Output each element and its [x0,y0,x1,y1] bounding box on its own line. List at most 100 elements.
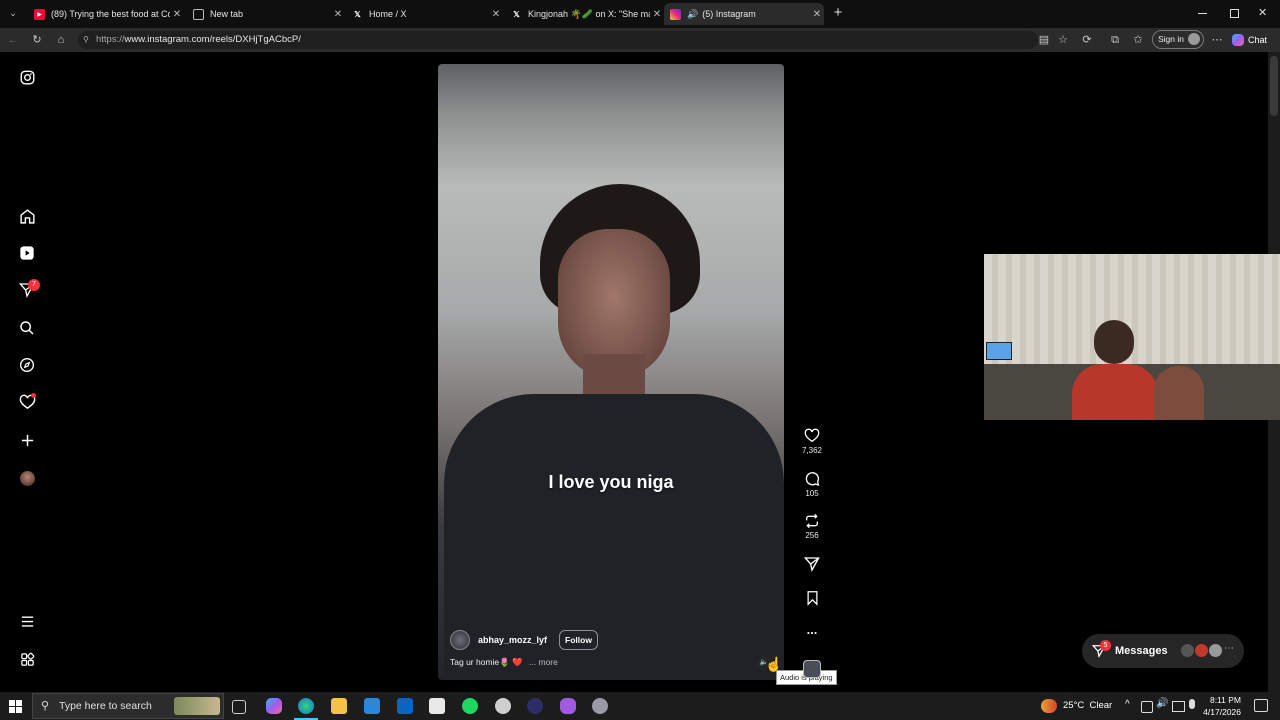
sign-in-button[interactable]: Sign in [1152,30,1204,49]
share-action[interactable] [800,556,824,574]
tab-title: New tab [210,9,244,19]
notepad-icon[interactable] [429,698,445,714]
reel-video[interactable]: I love you niga abhay_mozz_lyf Follow Ta… [438,64,784,680]
reel-author-row: abhay_mozz_lyf Follow [450,630,598,650]
tab-new-tab[interactable]: New tab ✕ [187,3,345,25]
volume-icon[interactable]: 🔊 [1156,698,1168,709]
speaker-icon[interactable]: 🔊 [687,9,698,20]
url-scheme: https:// [96,34,125,45]
caption-text: Tag ur homie🌷 ❤️ [450,657,523,667]
direct-messages-nav-icon[interactable]: 7 [17,279,40,300]
create-post-icon[interactable] [17,430,37,450]
copilot-chat-button[interactable]: Chat [1232,32,1267,48]
minimize-icon[interactable] [1198,13,1207,14]
more-menu-icon[interactable]: ⋯ [1210,33,1224,47]
chat-label: Chat [1248,35,1268,45]
network-icon[interactable] [1172,701,1185,712]
new-tab-button[interactable]: + [830,4,846,22]
notification-badge: 7 [28,279,40,291]
reader-view-icon[interactable]: ▤ [1037,33,1051,47]
repost-icon [806,513,818,529]
restore-icon[interactable] [1230,9,1239,18]
clock-date: 4/17/2026 [1203,707,1241,717]
more-avatars-icon: ⋯ [1224,643,1234,654]
microsoft-store-icon[interactable] [364,698,380,714]
save-action[interactable] [800,590,824,608]
explore-nav-icon[interactable] [17,355,37,375]
home-icon[interactable]: ⌂ [54,33,68,47]
home-nav-icon[interactable] [17,206,37,226]
message-avatar [1195,644,1208,657]
reel-caption: Tag ur homie🌷 ❤️ ... more [450,657,558,668]
mail-icon[interactable] [397,698,413,714]
author-username[interactable]: abhay_mozz_lyf [478,635,547,645]
app-icon[interactable] [527,698,543,714]
clock[interactable]: 8:11 PM 4/17/2026 [1201,694,1241,718]
comment-action[interactable]: 105 [800,471,824,498]
favorites-icon[interactable]: ✩ [1131,33,1145,47]
like-action[interactable]: 7,362 [800,428,824,455]
app-icon[interactable] [495,698,511,714]
tab-x-post[interactable]: 𝕏 Kingjonah 🌴🥒 on X: "She ma ✕ [505,3,664,25]
share-icon [803,557,820,572]
browser-toolbar: ← ↻ ⌂ ⚲ https://www.instagram.com/reels/… [0,28,1280,52]
notification-center-icon[interactable] [1254,699,1268,712]
webcam-overlay [984,254,1280,420]
file-explorer-icon[interactable] [331,698,347,714]
windows-start-icon[interactable] [9,700,22,713]
author-avatar[interactable] [450,630,470,650]
repost-action[interactable]: 256 [800,513,824,540]
copilot-icon [1232,34,1244,46]
tray-app-icon[interactable] [1141,701,1153,713]
tab-youtube[interactable]: ▶ (89) Trying the best food at Coach ✕ [28,3,184,25]
profile-avatar-icon [1188,33,1200,45]
search-nav-icon[interactable] [17,318,37,338]
spotify-icon[interactable] [462,698,478,714]
message-avatar [1209,644,1222,657]
close-tab-icon[interactable]: ✕ [170,9,184,20]
audio-thumbnail[interactable] [803,660,821,678]
copilot-taskbar-icon[interactable] [266,698,282,714]
microphone-icon[interactable] [1189,699,1195,709]
follow-button[interactable]: Follow [559,630,598,650]
tab-instagram[interactable]: 🔊 (5) Instagram ✕ [664,3,824,25]
also-from-meta-icon[interactable] [17,649,37,669]
app-icon[interactable] [592,698,608,714]
address-bar[interactable]: ⚲ https://www.instagram.com/reels/DXHjTg… [78,31,1038,49]
more-menu-icon[interactable] [17,611,37,631]
refresh-icon[interactable]: ↻ [30,33,44,47]
search-icon: ⚲ [41,700,50,712]
weather-text[interactable]: 25°C Clear [1063,700,1112,711]
instagram-logo-icon[interactable] [17,67,37,87]
reel-overlay-text: I love you niga [548,472,674,492]
close-window-icon[interactable]: ✕ [1258,6,1267,19]
site-info-icon[interactable]: ⚲ [83,31,89,49]
discord-icon[interactable] [560,698,576,714]
x-logo-icon: 𝕏 [513,9,520,19]
close-tab-icon[interactable]: ✕ [810,9,824,20]
profile-avatar[interactable] [17,468,37,488]
taskbar-search-box[interactable]: ⚲ Type here to search [32,693,224,719]
reels-nav-icon[interactable] [17,243,37,263]
close-tab-icon[interactable]: ✕ [331,9,345,20]
tray-chevron-icon[interactable]: ^ [1125,699,1130,710]
refresh-extension-icon[interactable]: ⟳ [1080,33,1094,47]
youtube-icon: ▶ [34,8,45,20]
tab-x-home[interactable]: 𝕏 Home / X ✕ [346,3,503,25]
notifications-heart-icon[interactable] [17,392,37,412]
edge-browser-icon[interactable] [298,698,314,714]
close-tab-icon[interactable]: ✕ [489,9,503,20]
tab-actions-menu[interactable]: ⌄ [6,6,20,20]
more-options-button[interactable]: ... [800,622,824,637]
caption-more-link[interactable]: ... more [529,657,558,667]
messages-button[interactable]: 5 Messages ⋯ [1082,634,1244,668]
favorite-star-icon[interactable]: ☆ [1056,33,1070,47]
task-view-icon[interactable] [232,700,246,714]
close-tab-icon[interactable]: ✕ [650,9,664,20]
bookmark-icon [807,591,817,606]
extensions-icon[interactable]: ⧉ [1108,33,1122,47]
tab-title: Kingjonah 🌴🥒 on X: "She ma [528,8,650,19]
webcam-monitor [986,342,1012,360]
weather-icon[interactable] [1041,699,1057,713]
back-icon[interactable]: ← [6,33,20,47]
